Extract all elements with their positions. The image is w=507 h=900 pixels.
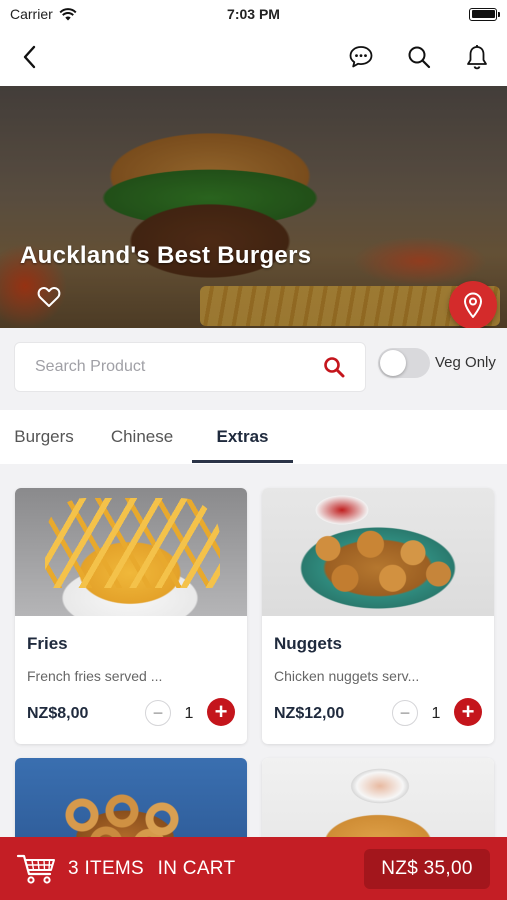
active-tab-indicator [192,460,293,463]
chat-button[interactable] [345,41,377,73]
chat-bubble-icon [349,46,373,68]
product-image-fries [15,488,247,616]
restaurant-name: Auckland's Best Burgers [20,242,312,269]
bell-icon [467,45,487,70]
cart-item-count: 3 [68,857,79,879]
search-icon [408,46,431,69]
hero-overlay [0,86,507,328]
increase-quantity-button[interactable]: + [454,698,482,726]
increase-quantity-button[interactable]: + [207,698,235,726]
tab-burgers[interactable]: Burgers [0,410,88,464]
wifi-icon [59,7,77,20]
status-left: Carrier [10,6,77,22]
decrease-quantity-button[interactable]: − [145,700,171,726]
veg-only-toggle[interactable] [378,348,430,378]
tab-extras[interactable]: Extras [192,410,293,464]
search-input[interactable] [35,358,323,376]
product-name: Nuggets [274,634,342,653]
decrease-quantity-button[interactable]: − [392,700,418,726]
location-button[interactable] [449,281,497,328]
status-bar: Carrier 7:03 PM [0,0,507,28]
product-image-nuggets [262,488,494,616]
favorite-button[interactable] [37,286,61,308]
quantity-value: 1 [184,705,194,722]
search-box [14,342,366,392]
product-grid: Fries French fries served ... NZ$8,00 − … [0,464,507,900]
shopping-cart-icon [16,854,55,884]
product-price: NZ$12,00 [274,705,345,722]
category-tabs: Burgers Chinese Extras [0,410,507,464]
cart-in-cart-label: IN CART [157,857,236,879]
product-card-fries[interactable]: Fries French fries served ... NZ$8,00 − … [15,488,247,744]
notifications-button[interactable] [461,41,493,73]
cart-total: NZ$ 35,00 [364,849,490,889]
battery-icon [469,7,500,21]
product-description: Chicken nuggets serv... [274,668,420,684]
nav-actions [345,41,493,73]
view-cart-bar[interactable]: 3 ITEMS IN CART NZ$ 35,00 [0,837,507,900]
carrier-label: Carrier [10,6,53,22]
quantity-value: 1 [431,705,441,722]
restaurant-hero-image: Auckland's Best Burgers [0,86,507,328]
tab-chinese[interactable]: Chinese [98,410,186,464]
cart-summary: 3 ITEMS IN CART [68,858,235,880]
back-button[interactable] [14,41,46,73]
heart-outline-icon [37,287,61,307]
product-description: French fries served ... [27,668,163,684]
product-name: Fries [27,634,68,653]
chevron-left-icon [23,45,36,69]
nav-search-button[interactable] [403,41,435,73]
cart-items-label: ITEMS [84,857,145,879]
product-card-nuggets[interactable]: Nuggets Chicken nuggets serv... NZ$12,00… [262,488,494,744]
search-row: Veg Only [0,328,507,410]
veg-only-label: Veg Only [435,354,496,371]
search-icon[interactable] [323,356,345,378]
toggle-knob [380,350,406,376]
map-pin-icon [464,292,482,318]
product-price: NZ$8,00 [27,705,89,722]
nav-bar [0,28,507,86]
